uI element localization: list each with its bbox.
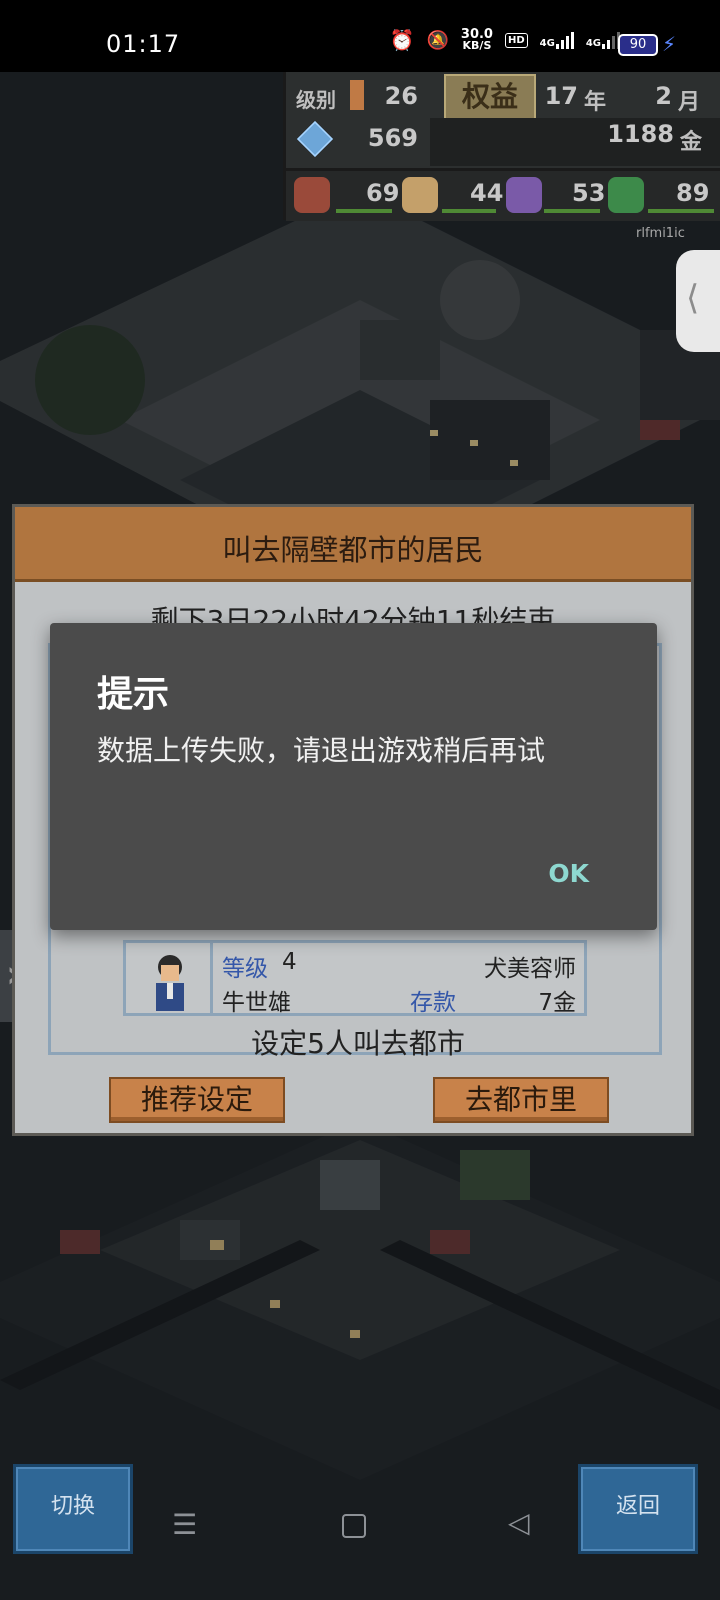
chevron-left-icon: ⟨ [686, 278, 700, 318]
mute-icon: 🔕 [426, 29, 449, 51]
resident-card[interactable]: 等级 4 犬美容师 牛世雄 存款 7金 [123, 940, 587, 1016]
signal-type-2: 4G [585, 38, 601, 49]
dialog-title: 提示 [97, 674, 170, 715]
savings-label: 存款 [410, 990, 456, 1016]
hd-voice-icon: HD [504, 32, 528, 48]
year-unit: 年 [584, 90, 607, 115]
back-triangle-icon[interactable]: ◁ [508, 1506, 530, 1539]
happiness-stats: 69 44 53 89 [286, 168, 720, 221]
level-label: 等级 [222, 956, 268, 982]
panel-title: 叫去隔壁都市的居民 [222, 533, 484, 567]
signal-bars-icon [555, 31, 574, 49]
selection-summary: 设定5人叫去都市 [251, 1027, 465, 1060]
level-value: 4 [282, 949, 297, 975]
recommend-settings-button[interactable]: 推荐设定 [109, 1077, 285, 1123]
home-icon[interactable] [342, 1514, 366, 1538]
month-value: 2 [655, 82, 672, 110]
savings-value: 7金 [538, 990, 576, 1016]
goods-bag-icon [402, 177, 438, 213]
network-speed-unit: KB/S [462, 39, 492, 52]
food-icon [294, 177, 330, 213]
month-unit: 月 [678, 90, 701, 115]
job-title: 犬美容师 [484, 956, 576, 982]
rank-color-block [350, 80, 364, 110]
cell-signal-2: 4G [586, 31, 620, 49]
signal-type-1: 4G [539, 38, 555, 49]
music-note-icon [506, 177, 542, 213]
food-bar [336, 209, 392, 213]
watermark-text: rlfmi1ic [636, 226, 685, 241]
clock: 01:17 [106, 30, 181, 58]
card-divider [210, 943, 213, 1013]
rights-button[interactable]: 权益 [444, 74, 536, 120]
charging-icon: ⚡ [661, 32, 676, 56]
music-value: 53 [572, 179, 606, 207]
menu-icon[interactable]: ☰ [172, 1508, 197, 1541]
alarm-icon: ⏰ [389, 28, 415, 52]
dialog-message: 数据上传失败，请退出游戏稍后再试 [97, 734, 546, 767]
rank-value: 26 [384, 82, 418, 110]
go-to-city-button[interactable]: 去都市里 [433, 1077, 609, 1123]
network-speed: 30.0 KB/S [461, 28, 493, 52]
music-bar [544, 209, 600, 213]
battery-icon: 90 [618, 34, 658, 56]
gold-unit: 金 [680, 130, 703, 155]
gem-icon [296, 120, 334, 158]
books-bar [648, 209, 714, 213]
resident-name: 牛世雄 [222, 990, 291, 1016]
system-status-bar: 01:17 ⏰ 🔕 30.0 KB/S HD 4G 4G 90 ⚡ [0, 0, 720, 72]
gold-count: 1188 [607, 120, 674, 148]
resident-portrait [134, 949, 204, 1011]
system-navigation-bar: ☰ ◁ [0, 1500, 720, 1556]
gem-count: 569 [367, 124, 418, 152]
rank-label: 级别 [296, 88, 336, 112]
right-drawer-handle[interactable]: ⟨ [676, 250, 720, 352]
cell-signal-1: 4G [540, 31, 574, 49]
game-hud: 级别 26 权益 17 年 2 月 569 1188 金 69 44 53 89 [283, 72, 720, 221]
goods-value: 44 [470, 179, 504, 207]
book-icon [608, 177, 644, 213]
food-value: 69 [366, 179, 400, 207]
books-value: 89 [676, 179, 710, 207]
year-value: 17 [544, 82, 578, 110]
status-icons: ⏰ 🔕 30.0 KB/S HD 4G 4G [390, 28, 620, 52]
ok-button[interactable]: OK [548, 859, 589, 888]
goods-bar [442, 209, 496, 213]
gold-area [430, 118, 720, 166]
panel-header: 叫去隔壁都市的居民 [15, 507, 691, 582]
alert-dialog: 提示 数据上传失败，请退出游戏稍后再试 OK [50, 623, 657, 930]
